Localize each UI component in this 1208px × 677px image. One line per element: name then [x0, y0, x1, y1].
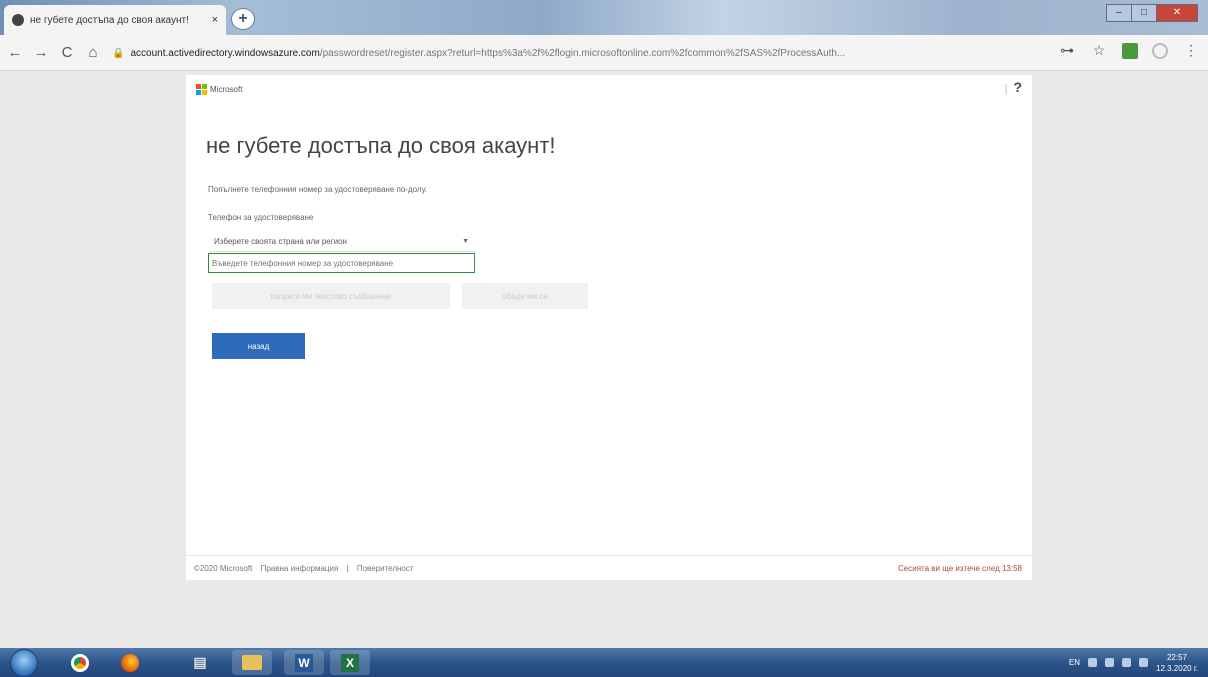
system-tray: EN 22:57 12.3.2020 г.	[1069, 648, 1198, 677]
help-icon[interactable]: ?	[1013, 79, 1022, 95]
page-title: не губете достъпа до своя акаунт!	[206, 133, 556, 158]
address-bar[interactable]: 🔒 account.activedirectory.windowsazure.c…	[112, 43, 1060, 63]
reload-icon[interactable]: C	[56, 42, 78, 64]
close-tab-icon[interactable]: ×	[212, 14, 218, 26]
excel-icon: X	[341, 653, 359, 672]
document-icon: ▤	[193, 654, 207, 670]
chevron-down-icon: ▼	[462, 238, 469, 245]
taskbar-firefox[interactable]	[110, 650, 150, 675]
country-select-value: Изберете своята страна или регион	[214, 237, 347, 246]
url-path: /passwordreset/register.aspx?returl=http…	[319, 47, 846, 59]
bookmark-star-icon[interactable]: ☆	[1090, 42, 1108, 59]
clock-time: 22:57	[1166, 652, 1188, 662]
taskbar-word[interactable]: W	[284, 650, 324, 675]
chrome-icon	[71, 653, 89, 672]
help-separator: |	[1004, 83, 1008, 95]
key-icon[interactable]: ⊶	[1058, 42, 1076, 59]
taskbar-excel[interactable]: X	[330, 650, 370, 675]
footer-links: ©2020 Microsoft Правна информация | Пове…	[194, 564, 420, 573]
page-footer: ©2020 Microsoft Правна информация | Пове…	[186, 555, 1032, 573]
microsoft-logo-icon	[196, 84, 207, 95]
back-arrow-icon[interactable]: ←	[4, 42, 26, 64]
word-icon: W	[295, 653, 313, 672]
taskbar-document[interactable]: ▤	[180, 650, 220, 675]
intro-text: Попълнете телефонния номер за удостоверя…	[208, 185, 427, 194]
start-button[interactable]	[10, 649, 38, 677]
close-window-button[interactable]: ✕	[1156, 4, 1198, 22]
tab-title: не губете достъпа до своя акаунт!	[30, 14, 189, 26]
new-tab-button[interactable]: +	[231, 8, 255, 30]
tray-help-icon[interactable]	[1088, 658, 1098, 667]
phone-number-input[interactable]	[208, 253, 475, 273]
session-timeout-text: Сесията ви ще изтече след 13:58	[898, 564, 1022, 573]
microsoft-logo: Microsoft	[196, 84, 242, 95]
privacy-link[interactable]: Поверителност	[357, 564, 414, 573]
profile-icon[interactable]	[1152, 42, 1168, 59]
text-me-button[interactable]: изпрати ми текстово съобщение	[212, 283, 450, 309]
loading-icon	[12, 14, 24, 26]
windows-taskbar: ▤ W X EN 22:57 12.3.2020 г.	[0, 648, 1208, 677]
legal-link[interactable]: Правна информация	[261, 564, 339, 573]
copyright-text: ©2020 Microsoft	[194, 564, 253, 573]
toolbar-actions: ⊶ ☆ ⋮	[1058, 42, 1200, 59]
minimize-button[interactable]: –	[1106, 4, 1132, 22]
lock-icon: 🔒	[112, 47, 125, 59]
window-controls: – □ ✕	[1106, 4, 1198, 24]
footer-separator: |	[346, 564, 349, 573]
language-indicator[interactable]: EN	[1069, 658, 1080, 667]
firefox-icon	[121, 653, 139, 672]
taskbar-explorer[interactable]	[232, 650, 272, 675]
extension-icon[interactable]	[1122, 42, 1138, 59]
microsoft-logo-text: Microsoft	[210, 85, 243, 94]
menu-icon[interactable]: ⋮	[1182, 42, 1200, 59]
country-select[interactable]: Изберете своята страна или регион ▼	[210, 232, 475, 252]
phone-label: Телефон за удостоверяване	[208, 213, 314, 222]
browser-toolbar: ← → C ⌂ 🔒 account.activedirectory.window…	[0, 35, 1208, 71]
url-domain: account.activedirectory.windowsazure.com	[130, 47, 320, 59]
tray-flag-icon[interactable]	[1105, 658, 1115, 667]
clock-date: 12.3.2020 г.	[1156, 663, 1198, 673]
page-viewport: Microsoft |? не губете достъпа до своя а…	[0, 72, 1208, 648]
help-area: |?	[1005, 79, 1022, 95]
network-icon[interactable]	[1122, 658, 1132, 667]
folder-icon	[242, 655, 262, 670]
clock[interactable]: 22:57 12.3.2020 г.	[1156, 652, 1198, 674]
call-me-button[interactable]: обади ми се	[462, 283, 588, 309]
home-icon[interactable]: ⌂	[82, 42, 104, 64]
volume-icon[interactable]	[1139, 658, 1149, 667]
browser-tab[interactable]: не губете достъпа до своя акаунт! ×	[4, 5, 226, 35]
taskbar-chrome[interactable]	[60, 650, 100, 675]
window-titlebar: не губете достъпа до своя акаунт! × + – …	[0, 0, 1208, 35]
password-reset-card: Microsoft |? не губете достъпа до своя а…	[186, 75, 1032, 580]
maximize-button[interactable]: □	[1131, 4, 1157, 22]
forward-arrow-icon[interactable]: →	[30, 42, 52, 64]
back-button[interactable]: назад	[212, 333, 305, 359]
